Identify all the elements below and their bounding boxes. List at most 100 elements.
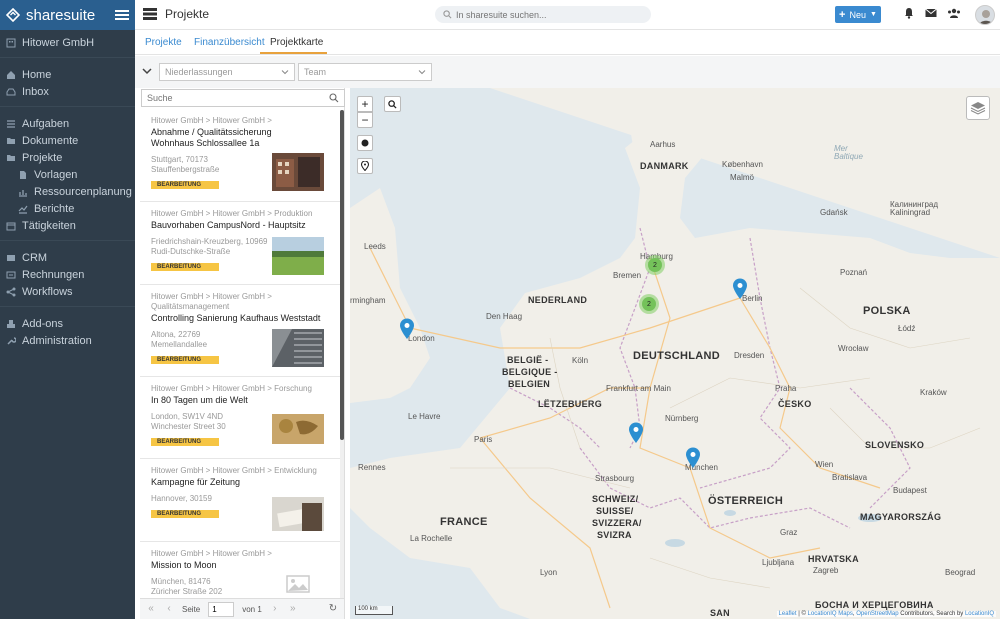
sidebar-item-workflows[interactable]: Workflows: [0, 283, 135, 300]
zoom-in-label: +: [361, 97, 369, 111]
project-breadcrumb: Hitower GmbH > Hitower GmbH > Forschung: [151, 384, 312, 393]
layers-button[interactable]: [966, 96, 990, 120]
leaflet-link[interactable]: Leaflet: [779, 611, 797, 617]
sharesuite-logo-icon: [6, 8, 20, 22]
layers-icon: [970, 102, 986, 115]
sidebar-item-label: Aufgaben: [22, 117, 70, 130]
mail-icon[interactable]: [925, 7, 937, 19]
sidebar-item-aufgaben[interactable]: Aufgaben: [0, 115, 135, 132]
sidebar-item-taetigkeiten[interactable]: Tätigkeiten: [0, 217, 135, 234]
project-card[interactable]: Hitower GmbH > Hitower GmbH > Entwicklun…: [140, 460, 340, 542]
map-label-krakow: Kraków: [920, 388, 947, 397]
project-card[interactable]: Hitower GmbH > Hitower GmbH > Forschung …: [140, 378, 340, 459]
sidebar-item-dokumente[interactable]: Dokumente: [0, 132, 135, 149]
status-badge: BEARBEITUNG: [151, 438, 219, 446]
search-icon[interactable]: [329, 93, 339, 103]
project-list: Hitower GmbH > Hitower GmbH > Abnahme / …: [140, 110, 340, 598]
map-cluster[interactable]: 2: [645, 255, 665, 275]
map-label-bratislava: Bratislava: [832, 473, 868, 482]
global-search[interactable]: [435, 6, 651, 23]
server-icon: [143, 8, 157, 20]
map-label-lehavre: Le Havre: [408, 412, 441, 421]
map-pin-berlin[interactable]: [732, 278, 748, 300]
list-search-input[interactable]: [147, 93, 329, 103]
map-pin-muenchen[interactable]: [685, 447, 701, 469]
page-input[interactable]: [208, 601, 235, 617]
map-search-button[interactable]: [384, 96, 401, 112]
search-icon: [388, 99, 397, 109]
tab-finanzuebersicht[interactable]: Finanzübersicht: [194, 37, 265, 48]
new-button[interactable]: + Neu ▼: [835, 6, 881, 23]
sidebar-item-rechnungen[interactable]: Rechnungen: [0, 266, 135, 283]
last-page-icon[interactable]: »: [288, 604, 298, 614]
inbox-icon: [6, 88, 16, 95]
menu-toggle-icon[interactable]: [115, 8, 129, 22]
locationiq-maps-link[interactable]: LocationIQ Maps: [808, 611, 853, 617]
map-label-cesko: ČESKO: [778, 399, 812, 409]
users-icon[interactable]: [947, 7, 961, 19]
osm-link[interactable]: OpenStreetMap: [856, 611, 898, 617]
sidebar-item-berichte[interactable]: Berichte: [0, 200, 135, 217]
sidebar-item-home[interactable]: Home: [0, 66, 135, 83]
map-pin-stuttgart[interactable]: [628, 422, 644, 444]
next-page-icon[interactable]: ›: [270, 604, 280, 614]
sidebar-item-crm[interactable]: CRM: [0, 249, 135, 266]
topbar: Projekte + Neu ▼: [135, 0, 1000, 30]
sidebar-item-label: CRM: [22, 251, 48, 264]
project-card[interactable]: Hitower GmbH > Hitower GmbH > Mission to…: [140, 543, 340, 598]
project-card[interactable]: Hitower GmbH > Hitower GmbH > Produktion…: [140, 203, 340, 285]
image-placeholder-icon: [286, 575, 310, 593]
map-cluster[interactable]: 2: [639, 294, 659, 314]
zoom-in-button[interactable]: +: [357, 96, 373, 112]
project-card[interactable]: Hitower GmbH > Hitower GmbH > Qualitätsm…: [140, 286, 340, 377]
project-card[interactable]: Hitower GmbH > Hitower GmbH > Abnahme / …: [140, 110, 340, 202]
sidebar-item-label: Dokumente: [22, 134, 79, 147]
tab-projektkarte[interactable]: Projektkarte: [270, 37, 323, 48]
attrib-sep: | ©: [796, 611, 808, 617]
map-label-belgie-2: BELGIQUE -: [502, 367, 558, 377]
first-page-icon[interactable]: «: [146, 604, 156, 614]
sidebar-item-ressourcenplanung[interactable]: Ressourcenplanung: [0, 183, 135, 200]
chart-icon: [19, 189, 27, 197]
sidebar-item-vorlagen[interactable]: Vorlagen: [0, 166, 135, 183]
map-label-rennes: Rennes: [358, 463, 386, 472]
locationiq-link[interactable]: LocationIQ: [965, 611, 994, 617]
sidebar-item-label: Ressourcenplanung: [34, 185, 132, 198]
map-label-letzebuerg: LËTZEBUERG: [538, 399, 603, 409]
map-label-frankfurt: Frankfurt am Main: [606, 384, 671, 393]
bell-icon[interactable]: [903, 7, 915, 19]
status-badge: BEARBEITUNG: [151, 181, 219, 189]
sidebar-company[interactable]: Hitower GmbH: [0, 34, 135, 51]
list-scrollbar[interactable]: [340, 110, 344, 598]
map-label-danmark: DANMARK: [640, 161, 689, 171]
sidebar-item-label: Projekte: [22, 151, 63, 164]
zoom-out-button[interactable]: −: [357, 112, 373, 128]
tab-projekte[interactable]: Projekte: [145, 37, 182, 48]
sidebar-item-addons[interactable]: Add-ons: [0, 315, 135, 332]
map-label-wroclaw: Wrocław: [838, 344, 869, 353]
avatar[interactable]: [975, 5, 995, 25]
sidebar-item-inbox[interactable]: Inbox: [0, 83, 135, 100]
prev-page-icon[interactable]: ‹: [164, 604, 174, 614]
filter-bar: Niederlassungen Team: [135, 56, 1000, 88]
locate-button[interactable]: [357, 135, 373, 151]
map-pin-london[interactable]: [399, 318, 415, 340]
project-breadcrumb: Hitower GmbH > Hitower GmbH >: [151, 116, 272, 125]
refresh-icon[interactable]: ↻: [328, 604, 338, 614]
project-map[interactable]: DANMARK København Aarhus Malmö Mer Balti…: [350, 88, 1000, 619]
sidebar-item-label: Vorlagen: [34, 168, 78, 181]
project-breadcrumb: Hitower GmbH > Hitower GmbH > Entwicklun…: [151, 466, 317, 475]
search-input[interactable]: [456, 9, 643, 20]
list-search[interactable]: [141, 89, 345, 107]
calendar-icon: [6, 222, 16, 230]
map-label-magyarorszag: MAGYARORSZÁG: [860, 512, 942, 522]
marker-button[interactable]: [357, 158, 373, 174]
map-label-polska: POLSKA: [863, 305, 911, 317]
team-select[interactable]: Team: [298, 63, 432, 81]
chevron-down-icon[interactable]: [141, 65, 153, 77]
location-select[interactable]: Niederlassungen: [159, 63, 295, 81]
app-name: sharesuite: [26, 6, 96, 24]
project-breadcrumb: Hitower GmbH > Hitower GmbH > Produktion: [151, 209, 313, 218]
sidebar-item-administration[interactable]: Administration: [0, 332, 135, 349]
sidebar-item-projekte[interactable]: Projekte: [0, 149, 135, 166]
